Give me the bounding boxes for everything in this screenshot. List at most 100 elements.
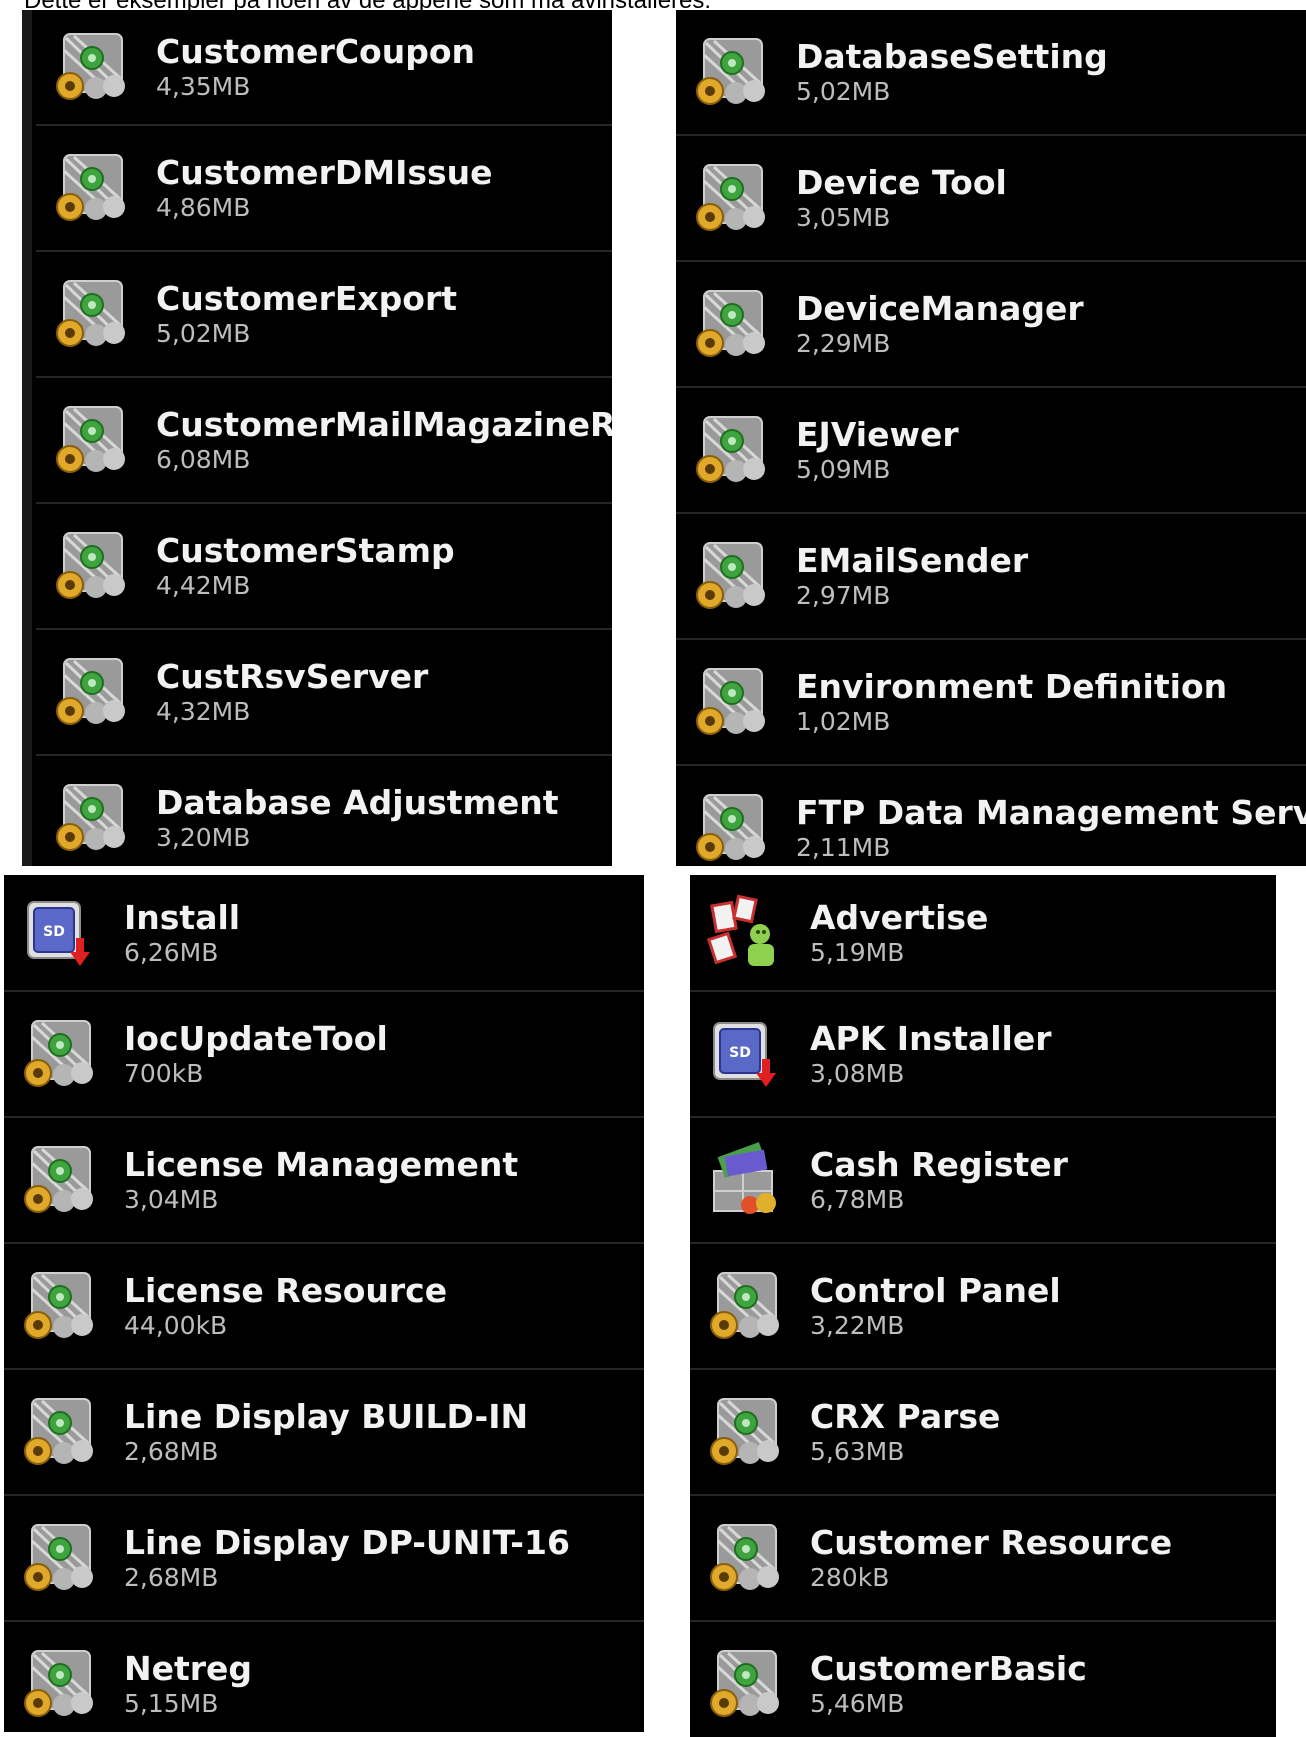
app-name: Netreg <box>124 1649 253 1688</box>
app-list-item[interactable]: Line Display BUILD-IN 2,68MB <box>4 1370 644 1496</box>
app-list-item[interactable]: SD Install 6,26MB <box>4 875 644 992</box>
app-name: EMailSender <box>796 541 1029 580</box>
app-name: CustomerStamp <box>156 531 455 570</box>
gear-settings-icon <box>706 1393 784 1471</box>
app-list-item[interactable]: License Resource 44,00kB <box>4 1244 644 1370</box>
app-size: 1,02MB <box>796 707 891 736</box>
app-list-item[interactable]: SD APK Installer 3,08MB <box>690 992 1276 1118</box>
gear-settings-icon <box>20 1393 98 1471</box>
app-list-item[interactable]: FTP Data Management Service2,11MB <box>676 766 1306 866</box>
gear-settings-icon <box>692 285 770 363</box>
app-text: DatabaseSetting 5,02MB <box>796 37 1108 107</box>
app-name: Control Panel <box>810 1271 1061 1310</box>
app-list-item[interactable]: License Management 3,04MB <box>4 1118 644 1244</box>
app-text: CustomerMailMagazineReg 6,08MB <box>156 405 612 475</box>
app-size: 3,04MB <box>124 1185 219 1214</box>
app-size: 6,26MB <box>124 937 219 967</box>
app-size: 4,32MB <box>156 697 251 726</box>
app-list-item[interactable]: Device Tool 3,05MB <box>676 136 1306 262</box>
app-list-item[interactable]: CustomerCoupon 4,35MB <box>36 10 612 126</box>
app-size: 4,86MB <box>156 193 251 222</box>
svg-text:SD: SD <box>729 1045 751 1061</box>
gear-settings-icon <box>20 1141 98 1219</box>
gear-settings-icon <box>706 1267 784 1345</box>
gear-settings-icon <box>20 1645 98 1723</box>
app-size: 5,63MB <box>810 1437 905 1466</box>
app-list-item[interactable]: IocUpdateTool 700kB <box>4 992 644 1118</box>
app-name: FTP Data Management Service <box>796 793 1306 832</box>
app-list-item[interactable]: Line Display DP-UNIT-16 2,68MB <box>4 1496 644 1622</box>
app-size: 2,68MB <box>124 1563 219 1592</box>
gear-settings-icon <box>52 653 130 731</box>
app-list-item[interactable]: EMailSender 2,97MB <box>676 514 1306 640</box>
app-name: DatabaseSetting <box>796 37 1108 76</box>
app-text: APK Installer 3,08MB <box>810 1019 1052 1089</box>
app-text: Environment Definition 1,02MB <box>796 667 1227 737</box>
gear-settings-icon <box>52 275 130 353</box>
app-name: CustomerExport <box>156 279 458 318</box>
app-list-item[interactable]: Advertise 5,19MB <box>690 875 1276 992</box>
app-list-item[interactable]: CustomerStamp 4,42MB <box>36 504 612 630</box>
svg-text:SD: SD <box>43 924 65 940</box>
app-text: Database Adjustment 3,20MB <box>156 783 559 853</box>
gear-settings-icon <box>52 401 130 479</box>
app-text: Control Panel 3,22MB <box>810 1271 1061 1341</box>
gear-settings-icon <box>692 411 770 489</box>
app-name: Cash Register <box>810 1145 1068 1184</box>
app-size: 2,11MB <box>796 833 891 862</box>
app-size: 700kB <box>124 1059 204 1088</box>
app-list-item[interactable]: Cash Register 6,78MB <box>690 1118 1276 1244</box>
app-list-panel-bottom-right: Advertise 5,19MB SD APK Installer 3,08MB Cash… <box>690 875 1276 1737</box>
app-name: Customer Resource <box>810 1523 1173 1562</box>
gear-settings-icon <box>20 1519 98 1597</box>
app-text: Line Display BUILD-IN 2,68MB <box>124 1397 528 1467</box>
app-size: 5,09MB <box>796 455 891 484</box>
app-list-item[interactable]: Database Adjustment 3,20MB <box>36 756 612 866</box>
app-list-item[interactable]: Environment Definition 1,02MB <box>676 640 1306 766</box>
app-name: CustRsvServer <box>156 657 429 696</box>
app-list-item[interactable]: CustomerDMIssue 4,86MB <box>36 126 612 252</box>
app-list-item[interactable]: EJViewer 5,09MB <box>676 388 1306 514</box>
advertise-icon <box>706 894 784 972</box>
app-list-item[interactable]: CustomerMailMagazineReg 6,08MB <box>36 378 612 504</box>
app-list-item[interactable]: DatabaseSetting 5,02MB <box>676 10 1306 136</box>
app-name: Database Adjustment <box>156 783 559 822</box>
app-size: 280kB <box>810 1563 890 1592</box>
app-text: CustRsvServer 4,32MB <box>156 657 428 727</box>
sd-install-icon: SD <box>706 1015 784 1093</box>
app-text: Cash Register 6,78MB <box>810 1145 1068 1215</box>
app-list-item[interactable]: CRX Parse 5,63MB <box>690 1370 1276 1496</box>
app-list-item[interactable]: CustomerBasic 5,46MB <box>690 1622 1276 1737</box>
app-text: CustomerBasic 5,46MB <box>810 1649 1087 1719</box>
app-size: 2,29MB <box>796 329 891 358</box>
app-size: 6,78MB <box>810 1185 905 1214</box>
app-list-item[interactable]: CustRsvServer 4,32MB <box>36 630 612 756</box>
gear-settings-icon <box>706 1645 784 1723</box>
app-name: IocUpdateTool <box>124 1019 388 1058</box>
sd-install-icon: SD <box>20 894 98 972</box>
app-text: DeviceManager 2,29MB <box>796 289 1084 359</box>
gear-settings-icon <box>692 159 770 237</box>
app-text: Customer Resource 280kB <box>810 1523 1172 1593</box>
gear-settings-icon <box>52 527 130 605</box>
app-size: 3,08MB <box>810 1059 905 1088</box>
app-list-item[interactable]: Netreg 5,15MB <box>4 1622 644 1732</box>
app-name: License Resource <box>124 1271 448 1310</box>
app-text: CustomerCoupon 4,35MB <box>156 32 475 102</box>
app-list-item[interactable]: DeviceManager 2,29MB <box>676 262 1306 388</box>
app-list-item[interactable]: CustomerExport 5,02MB <box>36 252 612 378</box>
gear-settings-icon <box>20 1015 98 1093</box>
app-list-item[interactable]: Control Panel 3,22MB <box>690 1244 1276 1370</box>
app-text: EJViewer 5,09MB <box>796 415 959 485</box>
app-name: CustomerMailMagazineReg <box>156 405 612 444</box>
app-name: Environment Definition <box>796 667 1228 706</box>
app-size: 4,42MB <box>156 571 251 600</box>
app-size: 4,35MB <box>156 72 251 101</box>
app-text: CRX Parse 5,63MB <box>810 1397 1000 1467</box>
gear-settings-icon <box>52 28 130 106</box>
app-name: APK Installer <box>810 1019 1052 1058</box>
app-text: License Resource 44,00kB <box>124 1271 447 1341</box>
app-text: CustomerExport 5,02MB <box>156 279 457 349</box>
app-text: FTP Data Management Service2,11MB <box>796 793 1306 863</box>
app-list-item[interactable]: Customer Resource 280kB <box>690 1496 1276 1622</box>
